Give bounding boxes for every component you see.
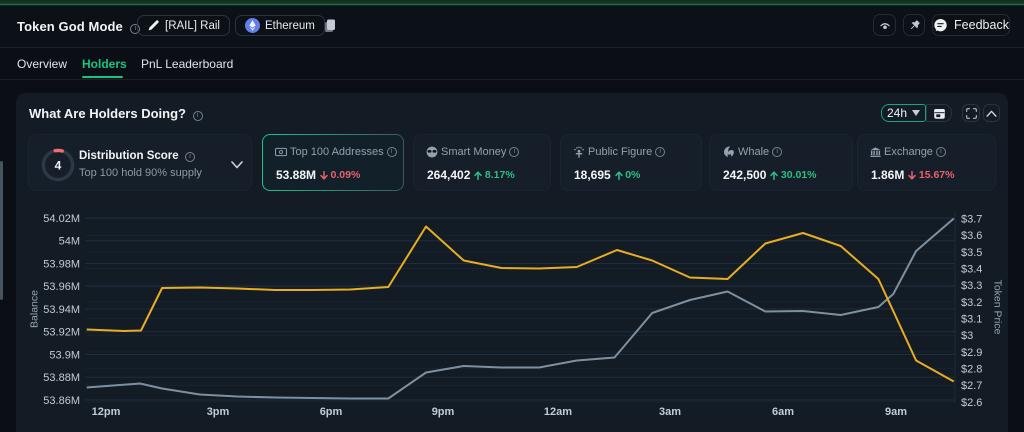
svg-text:4: 4	[55, 159, 62, 173]
